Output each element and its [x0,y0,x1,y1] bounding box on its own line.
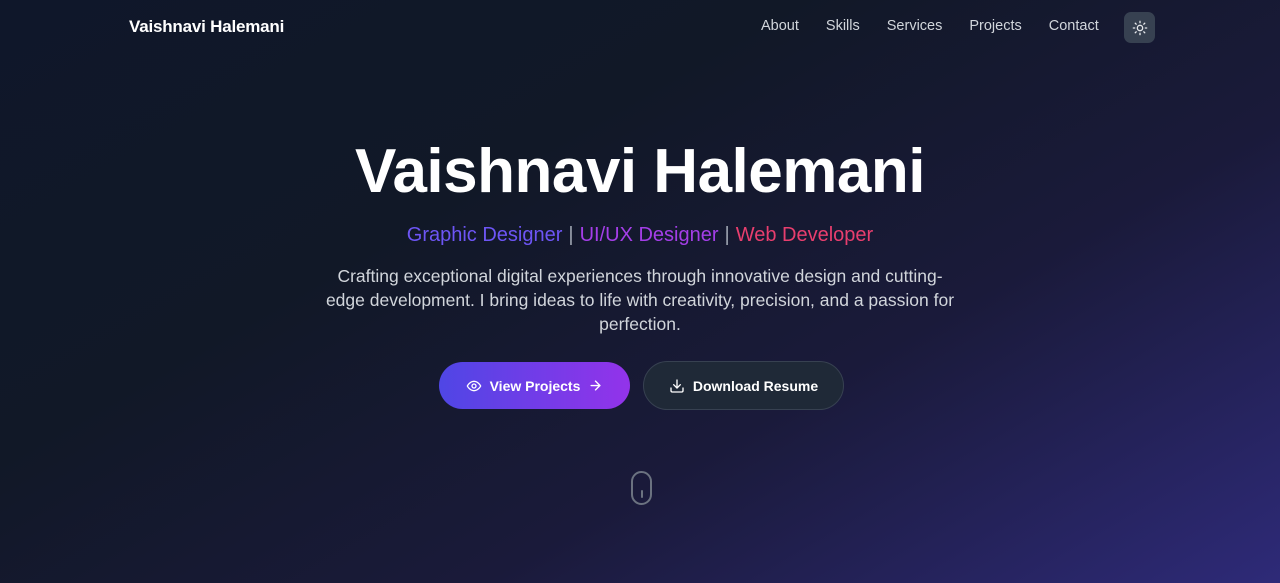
download-icon [669,378,685,394]
navbar: Vaishnavi Halemani About Skills Services… [0,0,1280,55]
sun-icon [1132,20,1148,36]
hero-description: Crafting exceptional digital experiences… [325,266,955,334]
theme-toggle-button[interactable] [1124,12,1155,43]
nav-link-projects[interactable]: Projects [969,18,1021,34]
nav-link-services[interactable]: Services [887,18,943,34]
download-resume-label: Download Resume [692,377,819,394]
role-uiux-designer: UI/UX Designer [579,224,719,246]
nav-link-about[interactable]: About [761,18,799,34]
scroll-wheel-dot [640,490,643,498]
role-web-developer: Web Developer [735,224,874,246]
download-resume-button[interactable]: Download Resume [643,361,844,410]
role-separator: | [724,224,730,246]
scroll-down-indicator[interactable] [631,471,652,505]
role-list: Graphic Designer | UI/UX Designer | Web Deve… [0,224,1280,247]
role-graphic-designer: Graphic Designer [406,224,563,246]
role-separator: | [568,224,574,246]
hero-title: Vaishnavi Halemani [355,137,925,206]
nav-links: About Skills Services Projects Contact [761,18,1099,34]
nav-link-skills[interactable]: Skills [826,18,860,34]
view-projects-button[interactable]: View Projects [439,362,630,409]
eye-icon [466,378,482,394]
brand-logo[interactable]: Vaishnavi Halemani [129,17,284,37]
view-projects-label: View Projects [489,377,581,394]
nav-link-contact[interactable]: Contact [1049,18,1099,34]
arrow-right-icon [588,378,603,393]
